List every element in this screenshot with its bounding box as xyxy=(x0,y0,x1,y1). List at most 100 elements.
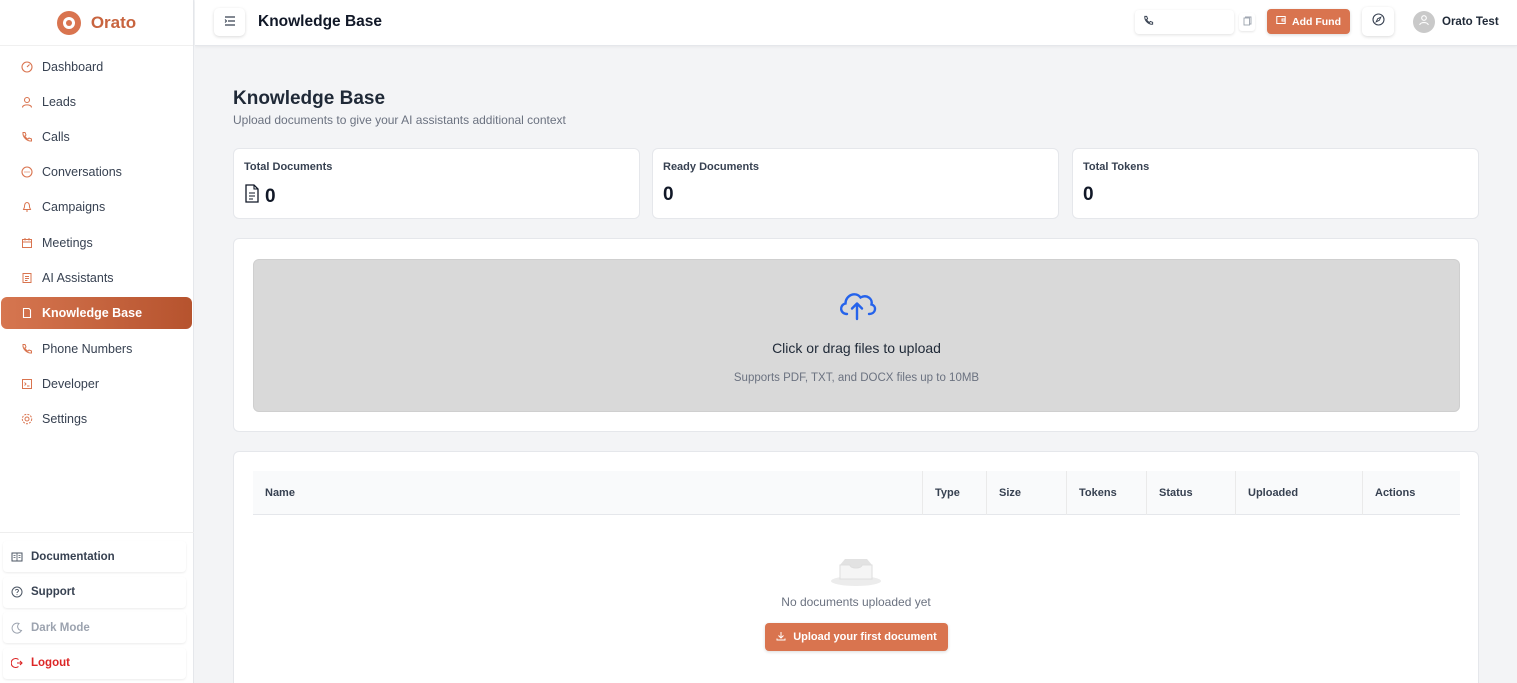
sidebar-item-label: Meetings xyxy=(42,235,93,250)
file-dropzone[interactable]: Click or drag files to upload Supports P… xyxy=(253,259,1460,412)
wallet-icon xyxy=(1276,15,1286,28)
phone-icon xyxy=(1143,13,1154,31)
moon-icon xyxy=(11,622,23,634)
column-header-actions: Actions xyxy=(1362,471,1415,515)
avatar xyxy=(1413,11,1435,33)
table-header: Name Type Size Tokens Status Uploaded Ac… xyxy=(253,471,1460,515)
sidebar-item-label: Knowledge Base xyxy=(42,306,143,321)
sidebar-item-conversations[interactable]: Conversations xyxy=(1,155,192,190)
sidebar-nav: Dashboard Leads Calls Conversations Camp… xyxy=(0,46,193,437)
cloud-upload-icon xyxy=(836,287,878,323)
user-name: Orato Test xyxy=(1442,16,1499,28)
brand-name: Orato xyxy=(90,12,137,32)
copy-button[interactable] xyxy=(1239,13,1255,31)
documents-table-card: Name Type Size Tokens Status Uploaded Ac… xyxy=(233,451,1479,683)
logout-label: Logout xyxy=(31,657,70,669)
logout-button[interactable]: Logout xyxy=(3,647,186,679)
column-header-size[interactable]: Size xyxy=(986,471,1021,515)
sidebar-item-leads[interactable]: Leads xyxy=(1,84,192,119)
dark-mode-label: Dark Mode xyxy=(31,621,90,634)
upload-icon xyxy=(776,631,786,644)
sidebar-item-label: Conversations xyxy=(42,165,122,180)
copy-icon xyxy=(1243,13,1252,31)
phone-icon xyxy=(21,343,33,355)
column-header-name[interactable]: Name xyxy=(253,471,295,515)
calendar-icon xyxy=(21,237,33,249)
column-header-type[interactable]: Type xyxy=(922,471,960,515)
stat-label: Ready Documents xyxy=(663,161,759,173)
sidebar-item-knowledge-base[interactable]: Knowledge Base xyxy=(1,297,192,330)
sidebar-item-developer[interactable]: Developer xyxy=(1,367,192,402)
book-open-icon xyxy=(11,551,23,563)
help-circle-icon xyxy=(11,586,23,598)
column-header-tokens[interactable]: Tokens xyxy=(1066,471,1117,515)
user-avatar-icon xyxy=(1418,13,1430,31)
add-fund-label: Add Fund xyxy=(1292,15,1341,28)
documentation-button[interactable]: Documentation xyxy=(3,541,186,572)
menu-icon xyxy=(224,13,236,31)
sidebar-item-meetings[interactable]: Meetings xyxy=(1,225,192,260)
sidebar-item-label: Developer xyxy=(42,377,99,392)
phone-number-field[interactable] xyxy=(1135,10,1234,34)
phone-icon xyxy=(21,131,33,143)
dark-mode-toggle[interactable]: Dark Mode xyxy=(3,612,186,643)
sidebar-item-label: Calls xyxy=(42,129,70,144)
empty-state-text: No documents uploaded yet xyxy=(781,595,931,609)
user-menu[interactable]: Orato Test xyxy=(1413,11,1499,33)
sidebar-item-phone-numbers[interactable]: Phone Numbers xyxy=(1,331,192,366)
stat-value-text: 0 xyxy=(265,185,276,207)
upload-card: Click or drag files to upload Supports P… xyxy=(233,238,1479,432)
gauge-icon xyxy=(21,61,33,73)
compass-icon xyxy=(1371,12,1385,31)
sidebar: Orato Dashboard Leads Calls Conversation… xyxy=(0,0,194,683)
megaphone-icon xyxy=(21,201,33,213)
terminal-icon xyxy=(21,378,33,390)
stat-value: 0 xyxy=(663,184,674,205)
empty-inbox-icon xyxy=(830,555,882,587)
column-header-uploaded[interactable]: Uploaded xyxy=(1235,471,1298,515)
header-title: Knowledge Base xyxy=(258,13,383,30)
add-fund-button[interactable]: Add Fund xyxy=(1267,9,1350,34)
sidebar-item-label: Leads xyxy=(42,94,77,109)
upload-first-document-button[interactable]: Upload your first document xyxy=(765,623,948,651)
stat-label: Total Documents xyxy=(244,161,333,173)
chat-icon xyxy=(21,166,33,178)
sidebar-toggle-button[interactable] xyxy=(214,8,245,36)
sidebar-item-label: Dashboard xyxy=(42,59,104,74)
sidebar-item-dashboard[interactable]: Dashboard xyxy=(1,49,192,84)
dropzone-title: Click or drag files to upload xyxy=(772,340,941,356)
upload-first-document-label: Upload your first document xyxy=(793,631,937,643)
explore-button[interactable] xyxy=(1362,7,1394,36)
stat-label: Total Tokens xyxy=(1083,161,1150,173)
sidebar-item-label: AI Assistants xyxy=(42,270,114,285)
support-label: Support xyxy=(31,586,76,598)
top-header: Knowledge Base Add Fund Orato Test xyxy=(195,0,1517,46)
stat-card-ready-documents: Ready Documents 0 xyxy=(652,148,1059,219)
orato-logo-icon xyxy=(56,10,81,35)
sidebar-item-label: Settings xyxy=(42,412,88,427)
sidebar-footer: Documentation Support Dark Mode Logout xyxy=(0,532,194,683)
documentation-label: Documentation xyxy=(31,550,115,563)
logout-icon xyxy=(11,657,23,669)
sidebar-item-calls[interactable]: Calls xyxy=(1,119,192,154)
page-title: Knowledge Base xyxy=(233,88,386,109)
user-icon xyxy=(21,96,33,108)
stat-card-total-documents: Total Documents 0 xyxy=(233,148,640,219)
stat-value: 0 xyxy=(1083,184,1094,205)
sidebar-item-settings[interactable]: Settings xyxy=(1,402,192,437)
gear-icon xyxy=(21,413,33,425)
support-button[interactable]: Support xyxy=(3,576,186,608)
book-icon xyxy=(21,307,33,319)
stat-value: 0 xyxy=(244,184,276,209)
brand[interactable]: Orato xyxy=(0,0,193,46)
page-subtitle: Upload documents to give your AI assista… xyxy=(233,113,566,127)
sidebar-item-label: Phone Numbers xyxy=(42,341,133,356)
sidebar-item-ai-assistants[interactable]: AI Assistants xyxy=(1,260,192,295)
bot-icon xyxy=(21,272,33,284)
file-text-icon xyxy=(244,184,260,209)
sidebar-item-campaigns[interactable]: Campaigns xyxy=(1,190,192,225)
column-header-status[interactable]: Status xyxy=(1146,471,1193,515)
dropzone-subtitle: Supports PDF, TXT, and DOCX files up to … xyxy=(733,372,980,384)
sidebar-item-label: Campaigns xyxy=(42,200,106,215)
stat-card-total-tokens: Total Tokens 0 xyxy=(1072,148,1479,219)
